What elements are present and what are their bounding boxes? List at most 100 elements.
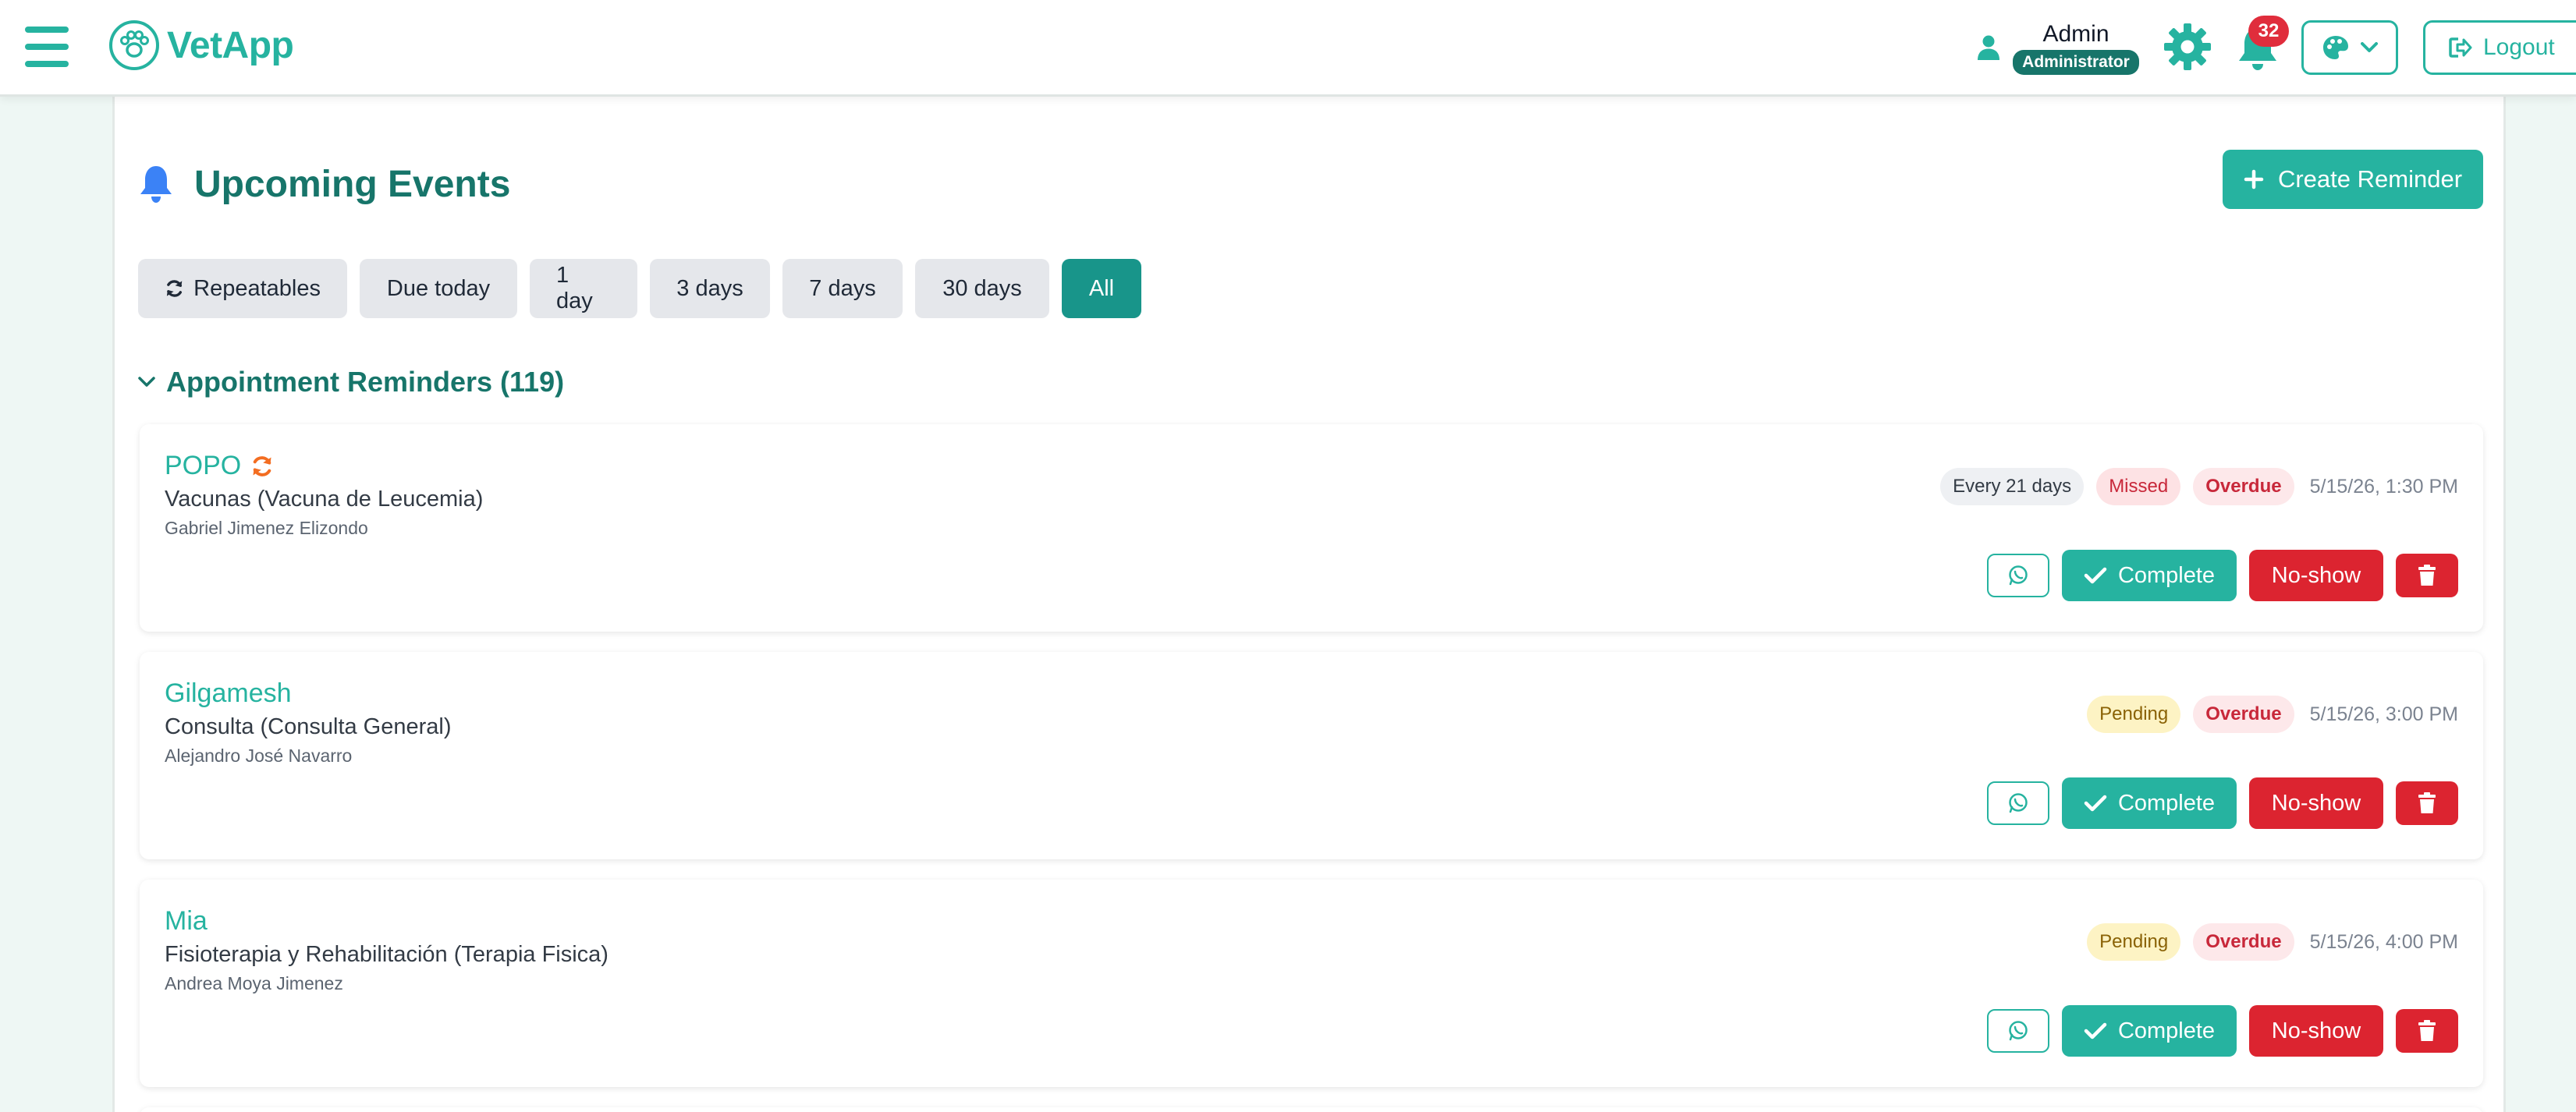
pet-name-link[interactable]: POPO — [165, 451, 274, 481]
filter-repeatables[interactable]: Repeatables — [138, 259, 347, 318]
event-card — [140, 1107, 2483, 1112]
event-actions: Complete No-show — [1987, 1005, 2458, 1057]
filter-label: Due today — [386, 275, 491, 301]
filter-due-today[interactable]: Due today — [360, 259, 517, 318]
no-show-label: No-show — [2271, 790, 2361, 816]
notification-count-badge: 32 — [2248, 16, 2289, 47]
user-role-badge: Administrator — [2013, 50, 2139, 75]
trash-icon — [2418, 1020, 2436, 1041]
page-title: Upcoming Events — [194, 163, 511, 205]
filter-label: 30 days — [942, 275, 1022, 301]
user-icon — [1978, 35, 1999, 60]
repeat-interval-badge: Every 21 days — [1940, 468, 2085, 505]
complete-label: Complete — [2117, 562, 2216, 588]
repeat-icon — [253, 455, 271, 476]
user-name: Admin — [2042, 21, 2109, 47]
event-actions: Complete No-show — [1987, 777, 2458, 829]
pet-name-link[interactable]: Mia — [165, 906, 208, 937]
status-badge: Pending — [2087, 923, 2181, 961]
event-datetime: 5/15/26, 3:00 PM — [2309, 703, 2458, 725]
no-show-button[interactable]: No-show — [2249, 777, 2383, 829]
filter-label: 7 days — [809, 275, 876, 301]
filter-label: All — [1088, 275, 1115, 301]
sync-icon — [166, 280, 183, 297]
owner-name: Alejandro José Navarro — [165, 745, 353, 766]
no-show-label: No-show — [2271, 1018, 2361, 1043]
whatsapp-icon — [2009, 1021, 2028, 1041]
no-show-label: No-show — [2271, 562, 2361, 588]
chevron-down-icon — [138, 377, 155, 387]
event-actions: Complete No-show — [1987, 550, 2458, 601]
create-reminder-label: Create Reminder — [2277, 165, 2463, 193]
trash-icon — [2418, 792, 2436, 813]
section-title: Appointment Reminders (119) — [166, 366, 565, 398]
event-datetime: 5/15/26, 1:30 PM — [2309, 475, 2458, 498]
complete-label: Complete — [2117, 1018, 2216, 1043]
complete-button[interactable]: Complete — [2062, 550, 2237, 601]
chevron-down-icon — [2361, 42, 2378, 52]
event-card: Mia Fisioterapia y Rehabilitación (Terap… — [140, 880, 2483, 1087]
check-icon — [2084, 795, 2107, 812]
filter-7-days[interactable]: 7 days — [782, 259, 903, 318]
appointment-reminders-toggle[interactable]: Appointment Reminders (119) — [138, 359, 564, 405]
service-name: Fisioterapia y Rehabilitación (Terapia F… — [165, 942, 609, 967]
check-icon — [2084, 1022, 2107, 1039]
filter-label: 1 day — [556, 263, 593, 313]
logout-icon — [2449, 37, 2472, 58]
event-badges: Pending Overdue 5/15/26, 4:00 PM — [2087, 923, 2458, 961]
filter-label: Repeatables — [193, 275, 321, 301]
delete-button[interactable] — [2396, 554, 2458, 597]
bell-icon — [140, 166, 172, 203]
create-reminder-button[interactable]: Create Reminder — [2223, 150, 2483, 209]
service-name: Vacunas (Vacuna de Leucemia) — [165, 487, 484, 512]
whatsapp-button[interactable] — [1987, 1009, 2049, 1053]
pet-name: POPO — [165, 451, 242, 480]
main-content: Upcoming Events Create Reminder Repeatab… — [112, 97, 2506, 1112]
status-badge: Missed — [2096, 468, 2181, 505]
owner-name: Gabriel Jimenez Elizondo — [165, 518, 368, 538]
pet-name-link[interactable]: Gilgamesh — [165, 678, 292, 709]
no-show-button[interactable]: No-show — [2249, 550, 2383, 601]
filter-1-day[interactable]: 1 day — [530, 259, 637, 318]
event-badges: Pending Overdue 5/15/26, 3:00 PM — [2087, 696, 2458, 733]
filter-label: 3 days — [676, 275, 743, 301]
plus-icon — [2244, 169, 2264, 189]
trash-icon — [2418, 565, 2436, 586]
app-name: VetApp — [167, 24, 294, 66]
no-show-button[interactable]: No-show — [2249, 1005, 2383, 1057]
filter-3-days[interactable]: 3 days — [650, 259, 770, 318]
user-info[interactable]: Admin Administrator — [2011, 20, 2141, 75]
status-badge: Pending — [2087, 696, 2181, 733]
owner-name: Andrea Moya Jimenez — [165, 973, 343, 993]
overdue-badge: Overdue — [2193, 923, 2294, 961]
theme-selector-button[interactable] — [2301, 20, 2398, 75]
delete-button[interactable] — [2396, 781, 2458, 825]
paw-logo-icon — [108, 19, 161, 72]
overdue-badge: Overdue — [2193, 696, 2294, 733]
pet-name: Gilgamesh — [165, 678, 292, 708]
whatsapp-button[interactable] — [1987, 554, 2049, 597]
whatsapp-button[interactable] — [1987, 781, 2049, 825]
filter-all[interactable]: All — [1062, 259, 1141, 318]
pet-name: Mia — [165, 906, 208, 936]
event-card: POPO Vacunas (Vacuna de Leucemia) Gabrie… — [140, 424, 2483, 632]
overdue-badge: Overdue — [2193, 468, 2294, 505]
logout-label: Logout — [2483, 34, 2555, 60]
top-navbar: VetApp Admin Administrator 32 Logout — [0, 0, 2576, 97]
app-logo[interactable]: VetApp — [108, 17, 294, 73]
page-header: Upcoming Events — [138, 153, 510, 215]
complete-button[interactable]: Complete — [2062, 777, 2237, 829]
event-card: Gilgamesh Consulta (Consulta General) Al… — [140, 652, 2483, 859]
event-datetime: 5/15/26, 4:00 PM — [2309, 930, 2458, 953]
logout-button[interactable]: Logout — [2423, 20, 2576, 75]
whatsapp-icon — [2009, 565, 2028, 586]
check-icon — [2084, 567, 2107, 584]
palette-icon — [2323, 36, 2348, 59]
hamburger-menu-icon[interactable] — [25, 27, 69, 67]
whatsapp-icon — [2009, 793, 2028, 813]
filter-30-days[interactable]: 30 days — [915, 259, 1049, 318]
complete-button[interactable]: Complete — [2062, 1005, 2237, 1057]
delete-button[interactable] — [2396, 1009, 2458, 1053]
gear-icon[interactable] — [2163, 22, 2212, 72]
complete-label: Complete — [2117, 790, 2216, 816]
